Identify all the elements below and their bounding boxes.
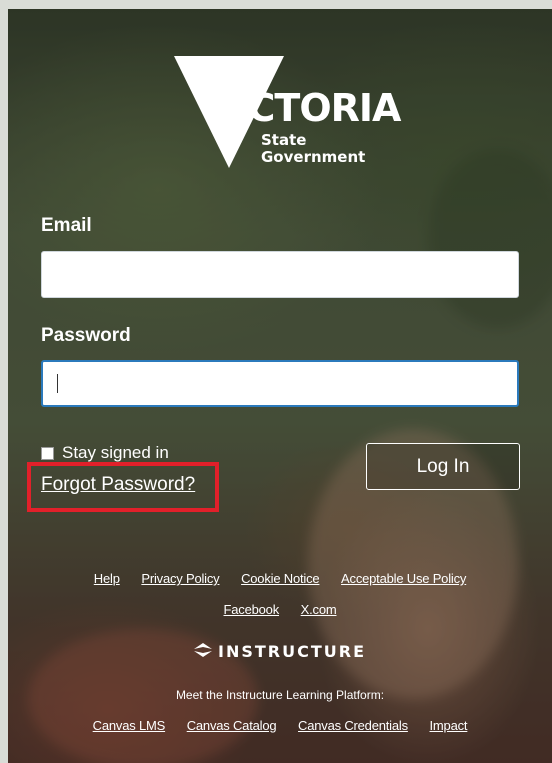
stay-signed-in[interactable]: Stay signed in [41,443,169,463]
password-field[interactable] [41,360,519,407]
footer-link-canvas-credentials[interactable]: Canvas Credentials [298,718,408,733]
footer-link-canvas-catalog[interactable]: Canvas Catalog [187,718,277,733]
footer-links-row1: Help Privacy Policy Cookie Notice Accept… [8,571,552,586]
instructure-logo[interactable]: INSTRUCTURE [8,642,552,661]
footer-link-impact[interactable]: Impact [430,718,468,733]
footer-link-x[interactable]: X.com [301,602,337,617]
instructure-wordmark: INSTRUCTURE [218,642,366,661]
instructure-icon [194,643,212,661]
text-caret [57,374,58,393]
stay-signed-in-checkbox[interactable] [41,446,54,460]
forgot-password-link[interactable]: Forgot Password? [41,474,195,496]
footer-links-row2: Facebook X.com [8,602,552,617]
footer-link-privacy-policy[interactable]: Privacy Policy [141,571,219,586]
footer-link-canvas-lms[interactable]: Canvas LMS [93,718,166,733]
email-field[interactable] [41,251,519,298]
footer-links-row3: Canvas LMS Canvas Catalog Canvas Credent… [8,718,552,733]
login-button[interactable]: Log In [366,443,520,490]
victoria-state-government-logo: VICTORIA State Government [166,48,401,178]
stay-signed-in-label: Stay signed in [62,443,169,462]
footer-link-cookie-notice[interactable]: Cookie Notice [241,571,320,586]
logo-subtitle-state: State [261,131,307,149]
footer-link-help[interactable]: Help [94,571,120,586]
email-label: Email [41,215,92,236]
screenshot-frame: VICTORIA State Government Email Password… [0,0,552,763]
logo-wordmark: VICTORIA [206,86,401,130]
logo-subtitle-government: Government [261,148,366,166]
password-label: Password [41,325,131,346]
footer-link-facebook[interactable]: Facebook [224,602,280,617]
footer-link-acceptable-use-policy[interactable]: Acceptable Use Policy [341,571,466,586]
instructure-tagline: Meet the Instructure Learning Platform: [175,688,385,702]
